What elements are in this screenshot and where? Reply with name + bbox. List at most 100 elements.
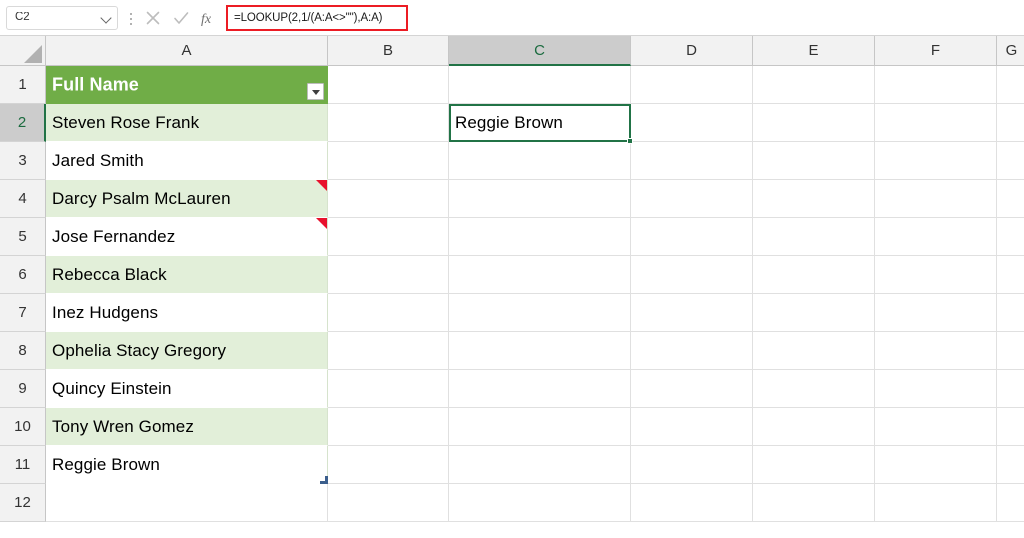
comment-indicator-icon[interactable] bbox=[316, 180, 327, 191]
cell-g5[interactable] bbox=[997, 218, 1024, 256]
cell-f6[interactable] bbox=[875, 256, 997, 294]
cell-b3[interactable] bbox=[328, 142, 449, 180]
cell-e2[interactable] bbox=[753, 104, 875, 142]
fx-insert-function-icon[interactable]: fx bbox=[196, 5, 222, 31]
cell-c7[interactable] bbox=[449, 294, 631, 332]
cell-e5[interactable] bbox=[753, 218, 875, 256]
cell-f7[interactable] bbox=[875, 294, 997, 332]
column-header-g[interactable]: G bbox=[997, 36, 1024, 66]
cell-b5[interactable] bbox=[328, 218, 449, 256]
cell-e11[interactable] bbox=[753, 446, 875, 484]
cell-g12[interactable] bbox=[997, 484, 1024, 522]
cancel-x-icon[interactable] bbox=[140, 5, 166, 31]
cell-c10[interactable] bbox=[449, 408, 631, 446]
cell-c6[interactable] bbox=[449, 256, 631, 294]
cell-c5[interactable] bbox=[449, 218, 631, 256]
cell-e3[interactable] bbox=[753, 142, 875, 180]
filter-dropdown-icon[interactable] bbox=[307, 83, 324, 100]
cell-b1[interactable] bbox=[328, 66, 449, 104]
cell-a9[interactable]: Quincy Einstein bbox=[46, 370, 328, 408]
cell-d7[interactable] bbox=[631, 294, 753, 332]
cell-g10[interactable] bbox=[997, 408, 1024, 446]
row-header-8[interactable]: 8 bbox=[0, 332, 46, 370]
cell-c9[interactable] bbox=[449, 370, 631, 408]
cell-f9[interactable] bbox=[875, 370, 997, 408]
cell-g9[interactable] bbox=[997, 370, 1024, 408]
cell-e9[interactable] bbox=[753, 370, 875, 408]
cell-f5[interactable] bbox=[875, 218, 997, 256]
cell-g4[interactable] bbox=[997, 180, 1024, 218]
cell-f8[interactable] bbox=[875, 332, 997, 370]
cell-g8[interactable] bbox=[997, 332, 1024, 370]
cell-b12[interactable] bbox=[328, 484, 449, 522]
cell-g1[interactable] bbox=[997, 66, 1024, 104]
cell-d11[interactable] bbox=[631, 446, 753, 484]
cell-b2[interactable] bbox=[328, 104, 449, 142]
cell-b11[interactable] bbox=[328, 446, 449, 484]
cell-e1[interactable] bbox=[753, 66, 875, 104]
cell-g6[interactable] bbox=[997, 256, 1024, 294]
row-header-4[interactable]: 4 bbox=[0, 180, 46, 218]
cell-g3[interactable] bbox=[997, 142, 1024, 180]
cell-d9[interactable] bbox=[631, 370, 753, 408]
cell-a8[interactable]: Ophelia Stacy Gregory bbox=[46, 332, 328, 370]
cell-g7[interactable] bbox=[997, 294, 1024, 332]
cell-g2[interactable] bbox=[997, 104, 1024, 142]
cell-a1[interactable]: Full Name bbox=[46, 66, 328, 104]
cell-d1[interactable] bbox=[631, 66, 753, 104]
cell-b10[interactable] bbox=[328, 408, 449, 446]
select-all-corner[interactable] bbox=[0, 36, 46, 66]
cell-b7[interactable] bbox=[328, 294, 449, 332]
cell-d5[interactable] bbox=[631, 218, 753, 256]
column-header-c[interactable]: C bbox=[449, 36, 631, 66]
cell-c1[interactable] bbox=[449, 66, 631, 104]
cell-e8[interactable] bbox=[753, 332, 875, 370]
cell-a5[interactable]: Jose Fernandez bbox=[46, 218, 328, 256]
row-header-1[interactable]: 1 bbox=[0, 66, 46, 104]
cell-a6[interactable]: Rebecca Black bbox=[46, 256, 328, 294]
column-header-f[interactable]: F bbox=[875, 36, 997, 66]
cell-f10[interactable] bbox=[875, 408, 997, 446]
cell-a11[interactable]: Reggie Brown bbox=[46, 446, 328, 484]
row-header-7[interactable]: 7 bbox=[0, 294, 46, 332]
cell-f11[interactable] bbox=[875, 446, 997, 484]
cell-f2[interactable] bbox=[875, 104, 997, 142]
confirm-check-icon[interactable] bbox=[168, 5, 194, 31]
cell-c8[interactable] bbox=[449, 332, 631, 370]
cell-g11[interactable] bbox=[997, 446, 1024, 484]
cell-d10[interactable] bbox=[631, 408, 753, 446]
row-header-3[interactable]: 3 bbox=[0, 142, 46, 180]
cell-d2[interactable] bbox=[631, 104, 753, 142]
cell-f1[interactable] bbox=[875, 66, 997, 104]
cell-f3[interactable] bbox=[875, 142, 997, 180]
cell-a7[interactable]: Inez Hudgens bbox=[46, 294, 328, 332]
cell-f4[interactable] bbox=[875, 180, 997, 218]
formula-input-area[interactable]: =LOOKUP(2,1/(A:A<>""),A:A) bbox=[226, 4, 1018, 31]
cell-e6[interactable] bbox=[753, 256, 875, 294]
column-header-a[interactable]: A bbox=[46, 36, 328, 66]
cell-d3[interactable] bbox=[631, 142, 753, 180]
name-box[interactable]: C2 bbox=[6, 5, 118, 30]
cell-a12[interactable] bbox=[46, 484, 328, 522]
cell-c12[interactable] bbox=[449, 484, 631, 522]
row-header-10[interactable]: 10 bbox=[0, 408, 46, 446]
table-resize-handle[interactable] bbox=[320, 476, 328, 484]
cell-d12[interactable] bbox=[631, 484, 753, 522]
column-header-b[interactable]: B bbox=[328, 36, 449, 66]
cell-d4[interactable] bbox=[631, 180, 753, 218]
cell-d6[interactable] bbox=[631, 256, 753, 294]
cell-e4[interactable] bbox=[753, 180, 875, 218]
cell-b9[interactable] bbox=[328, 370, 449, 408]
cell-e7[interactable] bbox=[753, 294, 875, 332]
cell-c4[interactable] bbox=[449, 180, 631, 218]
cell-e12[interactable] bbox=[753, 484, 875, 522]
cell-a10[interactable]: Tony Wren Gomez bbox=[46, 408, 328, 446]
cell-c3[interactable] bbox=[449, 142, 631, 180]
column-header-d[interactable]: D bbox=[631, 36, 753, 66]
cell-c2[interactable]: Reggie Brown bbox=[449, 104, 631, 142]
cell-c11[interactable] bbox=[449, 446, 631, 484]
cell-b8[interactable] bbox=[328, 332, 449, 370]
cell-f12[interactable] bbox=[875, 484, 997, 522]
cell-b6[interactable] bbox=[328, 256, 449, 294]
row-header-11[interactable]: 11 bbox=[0, 446, 46, 484]
